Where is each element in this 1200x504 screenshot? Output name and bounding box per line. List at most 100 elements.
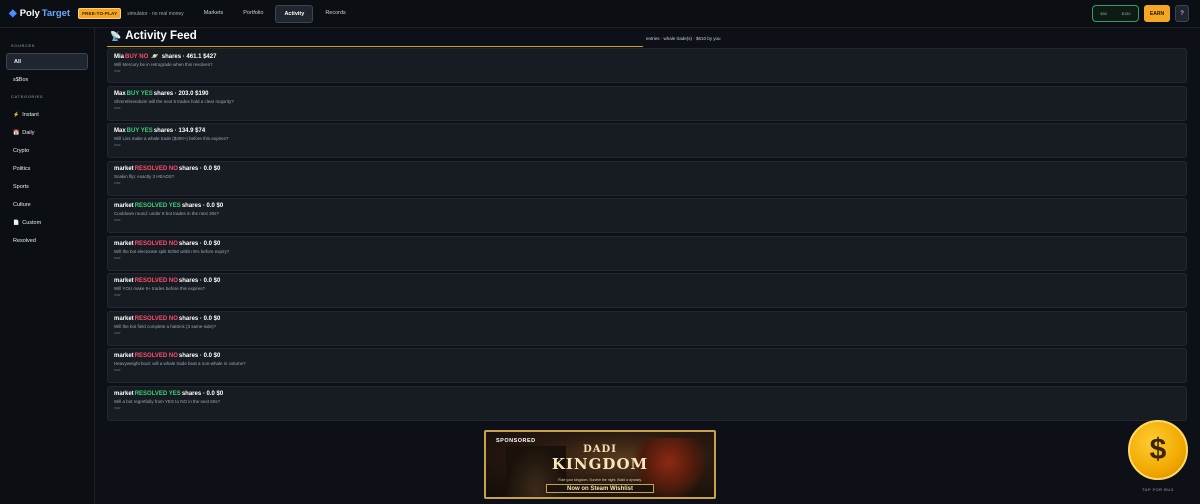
ad-cta-button[interactable]: Now on Steam Wishlist [546, 484, 654, 493]
feed-item-question: Shmreferendum! will the next 5 trades ho… [114, 98, 234, 104]
feed-item[interactable]: Max BUY YES shares · 134.9 $74 Will Liss ma… [107, 123, 1187, 158]
feed-item-actor: Max [114, 90, 126, 97]
feed-item-header: market RESOLVED NO shares · 0.0 $0 [114, 166, 1180, 172]
feed-item-header: market RESOLVED NO shares · 0.0 $0 [114, 316, 1180, 322]
sidebar-item-sbox[interactable]: s$Box [6, 71, 88, 88]
page-title-text: Activity Feed [125, 30, 197, 42]
feed-item-action: RESOLVED YES [134, 203, 181, 209]
feed-item-time: now [114, 218, 121, 222]
feed-item[interactable]: market RESOLVED NO shares · 0.0 $0 Will the… [107, 235, 1187, 271]
feed-item-header: Max BUY YES shares · 134.9 $74 [114, 128, 1180, 134]
feed-item-question: Will YOU make 5+ trades before this expi… [114, 286, 206, 291]
feed-item[interactable]: Mia BUY NO 🪐 shares · 461.1 $427 Will Mercur… [107, 48, 1187, 83]
sidebar-item-daily[interactable]: 📅 Daily [6, 124, 88, 141]
feed-item-actor: market [114, 353, 134, 359]
help-button[interactable]: ? [1175, 5, 1189, 22]
feed-item-question: Will the bot electorate split 50/50 with… [114, 248, 230, 254]
sidebar-item-sports[interactable]: Sports [6, 178, 88, 195]
sidebar-item-instant[interactable]: ⚡ Instant [6, 106, 88, 123]
sidebar-item-label: Culture [13, 201, 31, 208]
sidebar-item-label: s$Box [13, 76, 29, 83]
feed-item-time: now [114, 180, 121, 185]
sidebar-item-label: Crypto [13, 147, 30, 154]
feed-item-question: Heavyweight bout: will a whale trade bea… [114, 361, 246, 366]
logo[interactable]: ◆ Poly Target [9, 8, 70, 19]
feed-item-action: RESOLVED YES [134, 390, 181, 397]
feed-item-question: Cooldown round: under 8 bot trades in th… [114, 211, 219, 216]
feed-item-question: Will the bot field complete a hattrick (… [114, 323, 217, 329]
feed-item-time: now [114, 105, 121, 110]
feed-item-header: market RESOLVED NO shares · 0.0 $0 [114, 278, 1180, 284]
logo-target-text: Target [41, 8, 71, 19]
feed-item[interactable]: market RESOLVED NO shares · 0.0 $0 Snakin f… [107, 160, 1187, 196]
title-divider [107, 46, 643, 47]
feed-item-action: BUY YES [126, 90, 153, 97]
coin-label: TAP FOR BUX [1142, 487, 1174, 492]
feed-item-actor: market [114, 240, 134, 247]
feed-item-question: Will Liss make a whale trade ($300+) bef… [114, 136, 229, 141]
sources-heading: SOURCES [11, 43, 35, 48]
feed-item-action: RESOLVED NO [134, 315, 178, 322]
feed-item-actor: market [114, 390, 134, 397]
feed-item[interactable]: Max BUY YES shares · 203.0 $190 Shmreferend… [107, 85, 1187, 121]
categories-heading: CATEGORIES [11, 94, 44, 99]
ad-tagline: Rule your kingdom. Survive the night. Bu… [558, 478, 642, 482]
feed-item-header: market RESOLVED YES shares · 0.0 $0 [114, 203, 1180, 209]
satellite-icon: 📡 [110, 30, 122, 41]
sidebar-item-culture[interactable]: Culture [6, 196, 88, 213]
sidebar-item-label: All [14, 58, 22, 65]
feed-item[interactable]: market RESOLVED NO shares · 0.0 $0 Will the… [107, 310, 1187, 346]
logo-diamond-icon: ◆ [9, 8, 17, 19]
sponsored-ad[interactable]: SPONSORED DADI KINGDOM Rule your kingdom… [484, 430, 716, 499]
dollar-icon: $ [1149, 433, 1167, 466]
feed-item-time: now [114, 330, 121, 335]
sidebar-item-label: Daily [22, 129, 35, 136]
feed-item[interactable]: market RESOLVED YES shares · 0.0 $0 Will a … [107, 385, 1187, 421]
feed-item-actor: market [114, 278, 134, 284]
feed-item-amount: shares · 0.0 $0 [178, 353, 221, 359]
sidebar-item-crypto[interactable]: Crypto [6, 142, 88, 159]
feed-item-amount: shares · 134.9 $74 [153, 128, 206, 134]
sidebar-item-resolved[interactable]: Resolved [6, 232, 88, 249]
main-nav: Markets Portfolio Activity Records [196, 4, 354, 23]
nav-activity[interactable]: Activity [275, 4, 314, 23]
free-to-play-badge: FREE-TO-PLAY [78, 8, 122, 19]
nav-portfolio[interactable]: Portfolio [235, 5, 271, 23]
document-icon: 📄 [13, 219, 20, 226]
feed-item[interactable]: market RESOLVED NO shares · 0.0 $0 Heavywei… [107, 348, 1187, 383]
feed-item-action: RESOLVED NO [134, 240, 178, 247]
bux-coin-button[interactable]: $ [1128, 420, 1188, 480]
sidebar-item-all[interactable]: All [6, 53, 88, 70]
activity-feed: Mia BUY NO 🪐 shares · 461.1 $427 Will Mercur… [107, 48, 1187, 424]
logo-poly-text: Poly [19, 8, 40, 19]
feed-item-header: market RESOLVED NO shares · 0.0 $0 [114, 241, 1180, 247]
feed-item-actor: Max [114, 128, 126, 134]
feed-item-amount: shares · 0.0 $0 [178, 240, 221, 247]
sidebar-item-politics[interactable]: Politics [6, 160, 88, 177]
sidebar-item-label: Instant [22, 111, 39, 118]
top-bar: ◆ Poly Target FREE-TO-PLAY simulator · n… [0, 0, 1200, 28]
feed-item-time: now [114, 69, 121, 73]
feed-item-action: BUY YES [126, 128, 153, 134]
feed-item-actor: market [114, 203, 134, 209]
feed-item-question: Will Mercury be in retrograde when this … [114, 62, 213, 67]
sidebar-item-label: Custom [22, 219, 42, 226]
feed-item[interactable]: market RESOLVED NO shares · 0.0 $0 Will YOU… [107, 273, 1187, 308]
feed-item-actor: Mia [114, 53, 125, 60]
calendar-icon: 📅 [13, 129, 20, 136]
planet-icon: 🪐 [151, 54, 159, 60]
nav-records[interactable]: Records [317, 5, 353, 23]
feed-item-amount: shares · 0.0 $0 [178, 278, 221, 284]
feed-item-action: RESOLVED NO [134, 278, 178, 284]
simulator-notice: simulator · no real money [127, 10, 184, 17]
feed-item-action: RESOLVED NO [134, 165, 178, 172]
balance-display[interactable]: $50 $150 [1092, 5, 1139, 22]
nav-markets[interactable]: Markets [196, 5, 232, 23]
sidebar-item-custom[interactable]: 📄 Custom [6, 214, 88, 231]
feed-item-amount: shares · 203.0 $190 [153, 90, 209, 97]
earn-button[interactable]: EARN [1144, 5, 1170, 22]
feed-item[interactable]: market RESOLVED YES shares · 0.0 $0 Cooldow… [107, 198, 1187, 233]
feed-item-actor: market [114, 165, 134, 172]
feed-item-actor: market [114, 315, 134, 322]
sidebar-item-label: Resolved [13, 237, 36, 244]
